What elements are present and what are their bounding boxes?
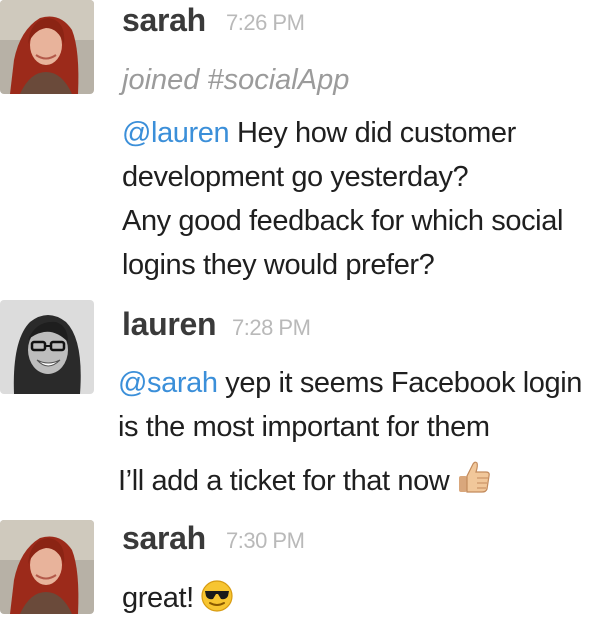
- message-timestamp[interactable]: 7:28 PM: [232, 315, 311, 341]
- avatar-lauren[interactable]: [0, 300, 94, 394]
- avatar-sarah-image: [0, 520, 94, 614]
- user-mention-link[interactable]: @sarah: [118, 367, 218, 399]
- message-text: yep it seems Facebook login: [225, 367, 582, 399]
- avatar-sarah-image: [0, 0, 94, 94]
- message-text-line: @sarah yep it seems Facebook login: [118, 363, 582, 403]
- message-timestamp[interactable]: 7:26 PM: [226, 10, 305, 36]
- message-text-line: logins they would prefer?: [122, 249, 435, 281]
- message-text: Hey how did customer: [236, 117, 516, 149]
- message-text-line: great!: [122, 578, 234, 624]
- avatar-lauren-image: [0, 300, 94, 394]
- user-mention-link[interactable]: @lauren: [122, 117, 230, 149]
- thumbs-up-icon: [455, 458, 493, 507]
- message-text: great!: [122, 582, 194, 614]
- message-text-line: @lauren Hey how did customer: [122, 113, 516, 153]
- avatar-sarah[interactable]: [0, 520, 94, 614]
- message-username[interactable]: sarah: [122, 520, 206, 556]
- system-message: joined #socialApp: [122, 64, 350, 96]
- message-text: I’ll add a ticket for that now: [118, 465, 450, 497]
- message-username[interactable]: lauren: [122, 306, 217, 342]
- message-text-line: Any good feedback for which social: [122, 205, 563, 237]
- message-text-line: is the most important for them: [118, 411, 490, 443]
- sunglasses-icon: [200, 579, 234, 624]
- message-text-line: I’ll add a ticket for that now: [118, 458, 493, 507]
- message-username[interactable]: sarah: [122, 2, 206, 38]
- message-text-line: development go yesterday?: [122, 161, 469, 193]
- message-timestamp[interactable]: 7:30 PM: [226, 528, 305, 554]
- avatar-sarah[interactable]: [0, 0, 94, 94]
